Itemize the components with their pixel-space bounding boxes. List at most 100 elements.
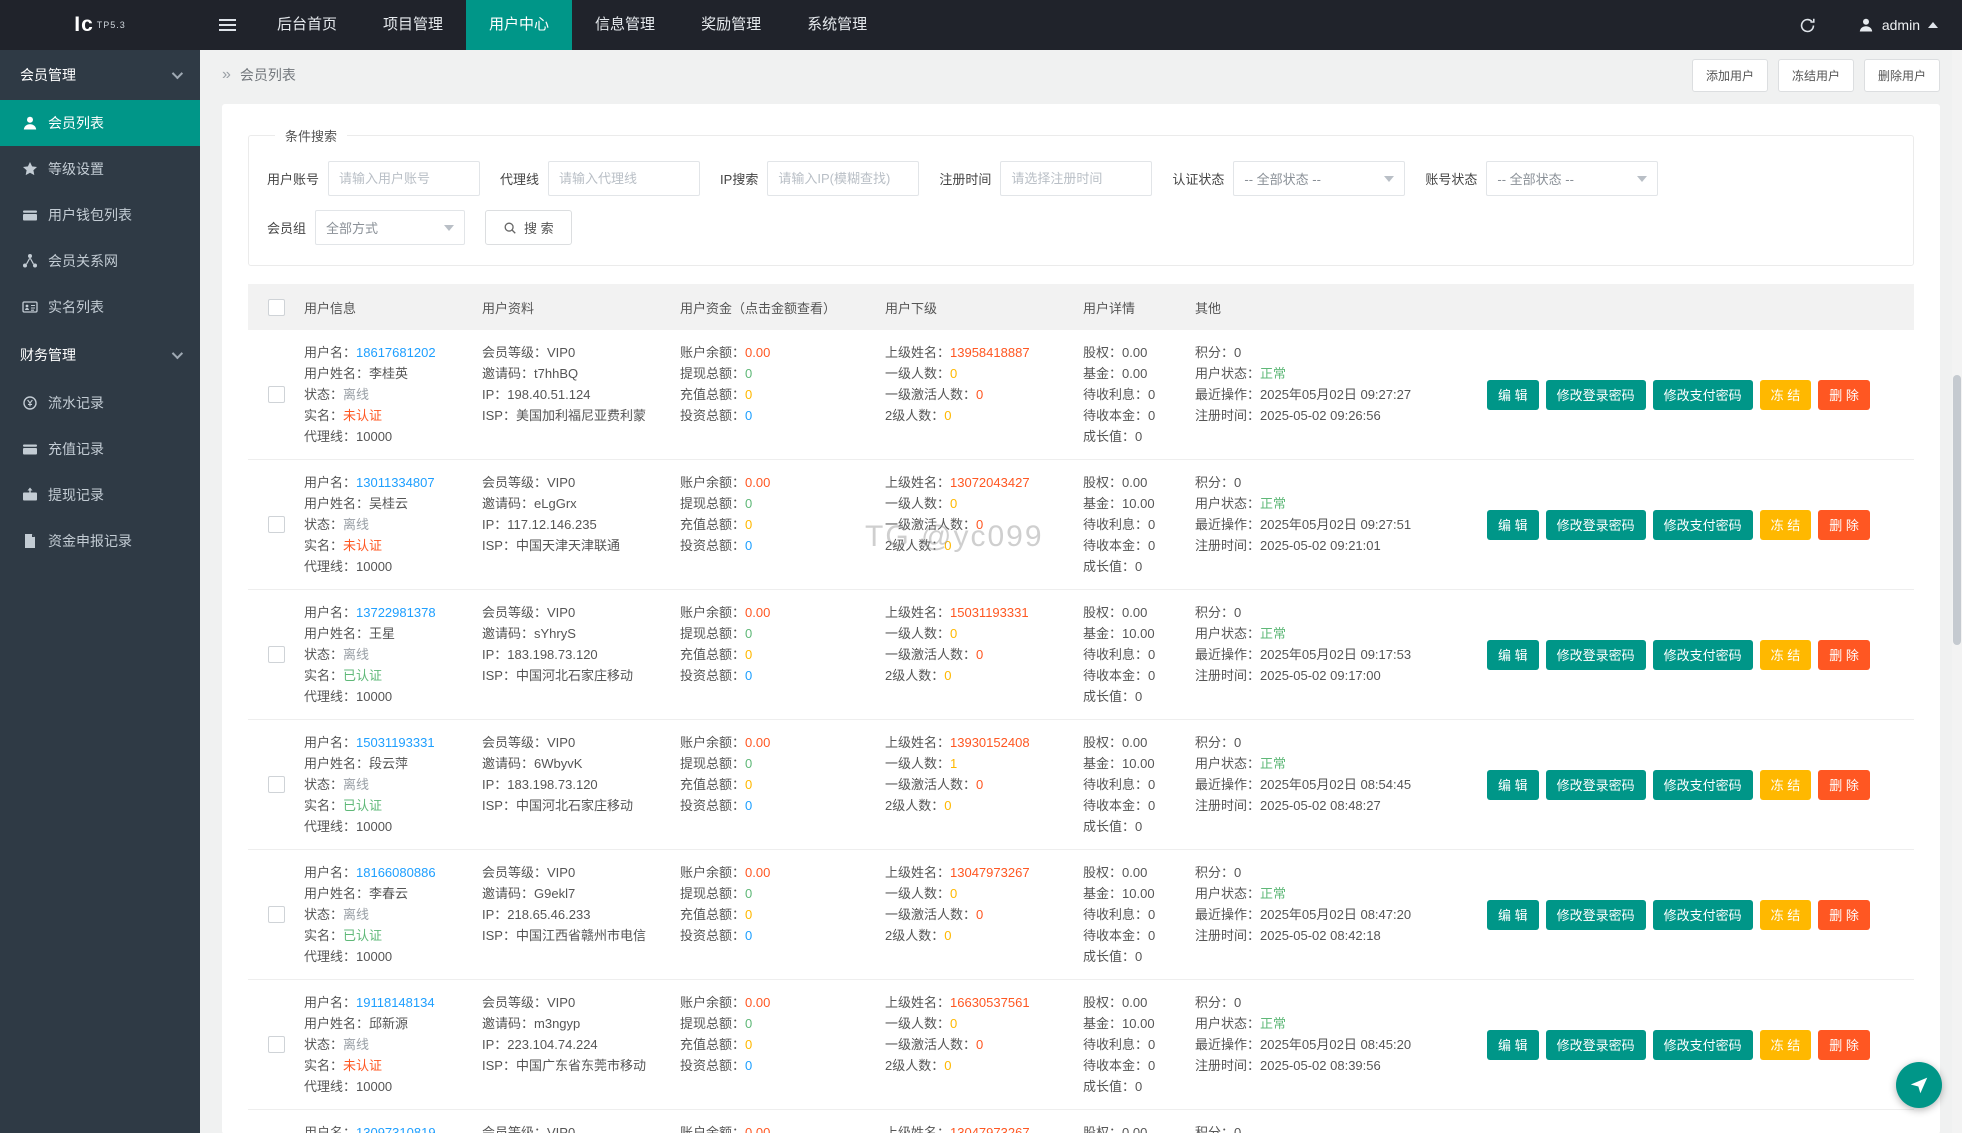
sidebar-item-level-settings[interactable]: 等级设置 xyxy=(0,146,200,192)
change-login-password-button[interactable]: 修改登录密码 xyxy=(1546,900,1646,930)
row-checkbox[interactable] xyxy=(268,646,285,663)
auth-status-select[interactable]: -- 全部状态 -- xyxy=(1233,161,1405,196)
sidebar-item-relations[interactable]: 会员关系网 xyxy=(0,238,200,284)
username-link[interactable]: 19118148134 xyxy=(356,995,435,1010)
change-login-password-button[interactable]: 修改登录密码 xyxy=(1546,510,1646,540)
change-pay-password-button[interactable]: 修改支付密码 xyxy=(1653,640,1753,670)
delete-user-button[interactable]: 删除用户 xyxy=(1864,59,1940,92)
change-pay-password-button[interactable]: 修改支付密码 xyxy=(1653,900,1753,930)
withdraw-total-value[interactable]: 0 xyxy=(745,496,752,511)
delete-button[interactable]: 删 除 xyxy=(1818,770,1870,800)
invest-total-value[interactable]: 0 xyxy=(745,408,752,423)
register-time-input[interactable] xyxy=(1000,161,1152,196)
invest-total-value[interactable]: 0 xyxy=(745,538,752,553)
username-link[interactable]: 18617681202 xyxy=(356,345,436,360)
recharge-total-value[interactable]: 0 xyxy=(745,647,752,662)
add-user-button[interactable]: 添加用户 xyxy=(1692,59,1768,92)
agent-line-input[interactable] xyxy=(548,161,700,196)
delete-button[interactable]: 删 除 xyxy=(1818,380,1870,410)
withdraw-total-value[interactable]: 0 xyxy=(745,626,752,641)
row-checkbox[interactable] xyxy=(268,1036,285,1053)
nav-item-system[interactable]: 系统管理 xyxy=(784,0,890,50)
freeze-button[interactable]: 冻 结 xyxy=(1760,1030,1812,1060)
change-login-password-button[interactable]: 修改登录密码 xyxy=(1546,380,1646,410)
recharge-total-value[interactable]: 0 xyxy=(745,1037,752,1052)
change-pay-password-button[interactable]: 修改支付密码 xyxy=(1653,380,1753,410)
freeze-button[interactable]: 冻 结 xyxy=(1760,900,1812,930)
edit-button[interactable]: 编 辑 xyxy=(1487,640,1539,670)
select-all-checkbox[interactable] xyxy=(268,299,285,316)
delete-button[interactable]: 删 除 xyxy=(1818,900,1870,930)
recharge-total-value[interactable]: 0 xyxy=(745,777,752,792)
sidebar-item-member-list[interactable]: 会员列表 xyxy=(0,100,200,146)
row-checkbox[interactable] xyxy=(268,776,285,793)
freeze-button[interactable]: 冻 结 xyxy=(1760,380,1812,410)
balance-value[interactable]: 0.00 xyxy=(745,865,770,880)
delete-button[interactable]: 删 除 xyxy=(1818,1030,1870,1060)
change-pay-password-button[interactable]: 修改支付密码 xyxy=(1653,770,1753,800)
change-pay-password-button[interactable]: 修改支付密码 xyxy=(1653,510,1753,540)
freeze-button[interactable]: 冻 结 xyxy=(1760,640,1812,670)
row-checkbox[interactable] xyxy=(268,906,285,923)
refresh-button[interactable] xyxy=(1782,0,1834,50)
scrollbar-track[interactable] xyxy=(1952,50,1962,1133)
recharge-total-value[interactable]: 0 xyxy=(745,517,752,532)
account-status-select[interactable]: -- 全部状态 -- xyxy=(1486,161,1658,196)
freeze-user-button[interactable]: 冻结用户 xyxy=(1778,59,1854,92)
delete-button[interactable]: 删 除 xyxy=(1818,640,1870,670)
nav-item-dashboard[interactable]: 后台首页 xyxy=(254,0,360,50)
row-checkbox[interactable] xyxy=(268,386,285,403)
account-input[interactable] xyxy=(328,161,480,196)
admin-dropdown[interactable]: admin xyxy=(1834,17,1962,33)
change-pay-password-button[interactable]: 修改支付密码 xyxy=(1653,1030,1753,1060)
edit-button[interactable]: 编 辑 xyxy=(1487,770,1539,800)
edit-button[interactable]: 编 辑 xyxy=(1487,1030,1539,1060)
balance-value[interactable]: 0.00 xyxy=(745,345,770,360)
sidebar-item-recharge-records[interactable]: 充值记录 xyxy=(0,426,200,472)
edit-button[interactable]: 编 辑 xyxy=(1487,380,1539,410)
member-group-select[interactable]: 全部方式 xyxy=(315,210,465,245)
sidebar-item-wallet-list[interactable]: 用户钱包列表 xyxy=(0,192,200,238)
withdraw-total-value[interactable]: 0 xyxy=(745,886,752,901)
sidebar-section-member-mgmt[interactable]: 会员管理 xyxy=(0,50,200,100)
change-login-password-button[interactable]: 修改登录密码 xyxy=(1546,770,1646,800)
balance-value[interactable]: 0.00 xyxy=(745,475,770,490)
nav-item-rewards[interactable]: 奖励管理 xyxy=(678,0,784,50)
nav-item-projects[interactable]: 项目管理 xyxy=(360,0,466,50)
float-action-button[interactable] xyxy=(1896,1062,1942,1108)
balance-value[interactable]: 0.00 xyxy=(745,735,770,750)
username-link[interactable]: 18166080886 xyxy=(356,865,436,880)
balance-value[interactable]: 0.00 xyxy=(745,605,770,620)
sidebar-item-withdraw-records[interactable]: 提现记录 xyxy=(0,472,200,518)
invest-total-value[interactable]: 0 xyxy=(745,928,752,943)
row-checkbox[interactable] xyxy=(268,516,285,533)
ip-search-input[interactable] xyxy=(767,161,919,196)
edit-button[interactable]: 编 辑 xyxy=(1487,900,1539,930)
sidebar-item-flow-records[interactable]: 流水记录 xyxy=(0,380,200,426)
change-login-password-button[interactable]: 修改登录密码 xyxy=(1546,640,1646,670)
freeze-button[interactable]: 冻 结 xyxy=(1760,770,1812,800)
recharge-total-value[interactable]: 0 xyxy=(745,387,752,402)
balance-value[interactable]: 0.00 xyxy=(745,1125,770,1133)
nav-item-user-center[interactable]: 用户中心 xyxy=(466,0,572,50)
delete-button[interactable]: 删 除 xyxy=(1818,510,1870,540)
scrollbar-thumb[interactable] xyxy=(1953,375,1961,645)
username-link[interactable]: 13011334807 xyxy=(356,475,435,490)
withdraw-total-value[interactable]: 0 xyxy=(745,366,752,381)
sidebar-section-finance-mgmt[interactable]: 财务管理 xyxy=(0,330,200,380)
invest-total-value[interactable]: 0 xyxy=(745,1058,752,1073)
invest-total-value[interactable]: 0 xyxy=(745,668,752,683)
edit-button[interactable]: 编 辑 xyxy=(1487,510,1539,540)
recharge-total-value[interactable]: 0 xyxy=(745,907,752,922)
username-link[interactable]: 13722981378 xyxy=(356,605,436,620)
invest-total-value[interactable]: 0 xyxy=(745,798,752,813)
menu-toggle-icon[interactable] xyxy=(200,0,254,50)
balance-value[interactable]: 0.00 xyxy=(745,995,770,1010)
freeze-button[interactable]: 冻 结 xyxy=(1760,510,1812,540)
search-button[interactable]: 搜 索 xyxy=(485,210,572,245)
sidebar-item-realname-list[interactable]: 实名列表 xyxy=(0,284,200,330)
withdraw-total-value[interactable]: 0 xyxy=(745,1016,752,1031)
sidebar-item-fund-declare-records[interactable]: 资金申报记录 xyxy=(0,518,200,564)
change-login-password-button[interactable]: 修改登录密码 xyxy=(1546,1030,1646,1060)
nav-item-info[interactable]: 信息管理 xyxy=(572,0,678,50)
